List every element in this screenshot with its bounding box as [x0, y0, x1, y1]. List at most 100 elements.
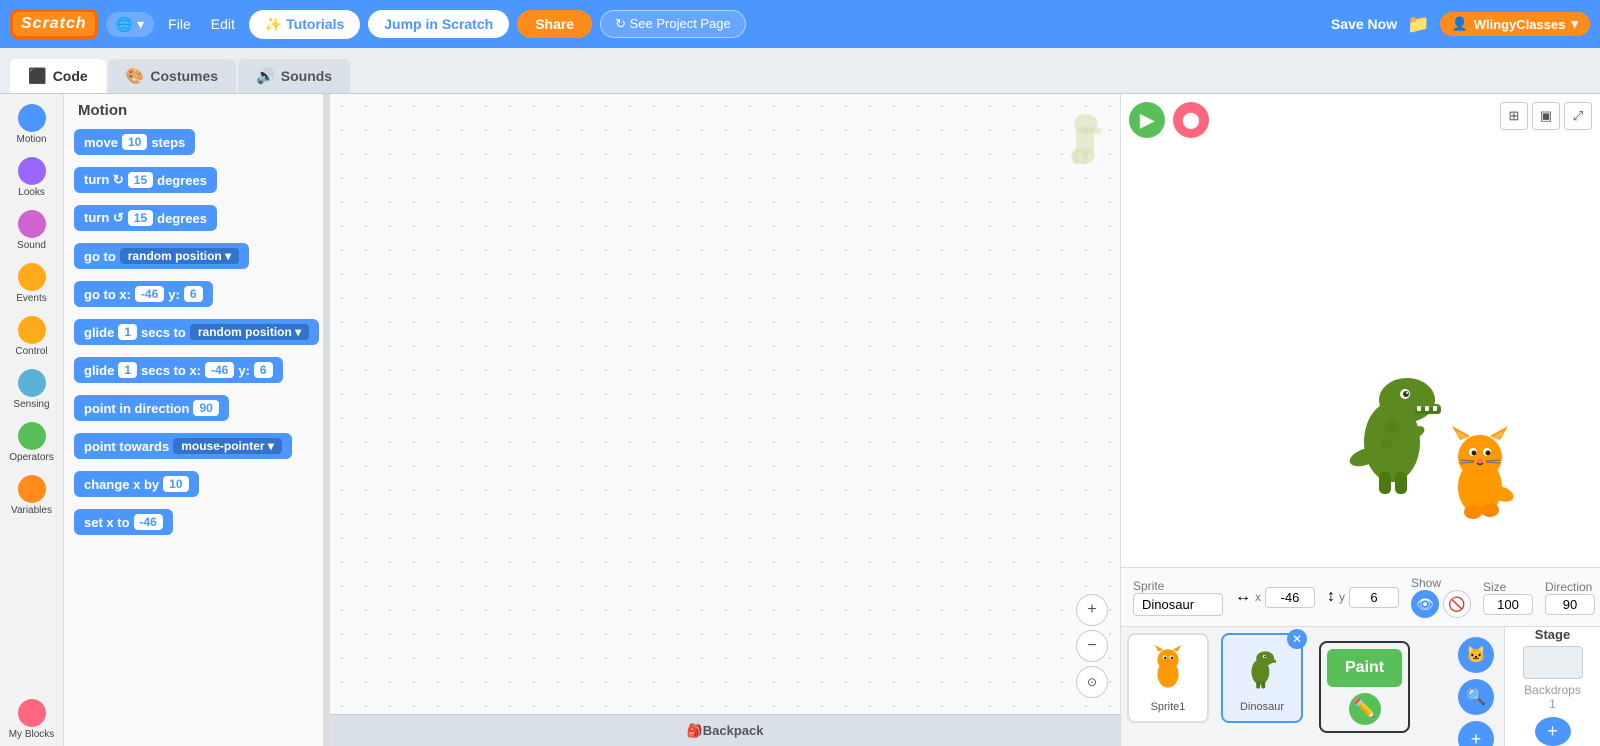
- user-profile[interactable]: 👤 WlingyClasses ▾: [1440, 12, 1590, 36]
- block-set-x[interactable]: set x to -46: [74, 509, 313, 541]
- jump-in-scratch-button[interactable]: Jump in Scratch: [368, 10, 509, 38]
- size-group: Size: [1483, 580, 1533, 615]
- size-input[interactable]: [1483, 594, 1533, 615]
- delete-sprite-badge[interactable]: ✕: [1287, 629, 1307, 649]
- block-turn-ccw[interactable]: turn ↺ 15 degrees: [74, 205, 313, 237]
- add-backdrop-fab[interactable]: +: [1535, 717, 1571, 746]
- sidebar-item-events[interactable]: Events: [0, 257, 63, 310]
- sprite-label: Sprite: [1133, 579, 1223, 616]
- search-sprite-fab[interactable]: 🔍: [1458, 679, 1494, 715]
- block-text2: y:: [168, 287, 180, 302]
- tab-costumes[interactable]: 🎨 Costumes: [108, 59, 236, 93]
- stop-button[interactable]: ⬤: [1173, 102, 1209, 138]
- block-move[interactable]: move 10 steps: [74, 129, 313, 161]
- small-stage-button[interactable]: ⊞: [1500, 102, 1528, 130]
- sidebar-item-variables[interactable]: Variables: [0, 469, 63, 522]
- backpack-bar[interactable]: 🎒 Backpack: [330, 714, 1120, 746]
- sidebar-item-sound[interactable]: Sound: [0, 204, 63, 257]
- zoom-reset-button[interactable]: ⊙: [1076, 666, 1108, 698]
- block-val-set-x[interactable]: -46: [134, 514, 163, 530]
- cat-stage-svg: [1440, 422, 1520, 522]
- block-text: turn ↺: [84, 210, 124, 226]
- see-project-button[interactable]: ↻ See Project Page: [600, 10, 746, 38]
- sprite-corner-preview: [1058, 106, 1108, 171]
- block-val-change-x[interactable]: 10: [163, 476, 188, 492]
- backdrops-count: 1: [1549, 697, 1556, 711]
- share-button[interactable]: Share: [517, 10, 592, 38]
- fullscreen-button[interactable]: ⤢: [1564, 102, 1592, 130]
- block-dropdown-goto[interactable]: random position ▾: [120, 248, 239, 264]
- sidebar-item-myblocks[interactable]: My Blocks: [0, 693, 63, 746]
- show-visible-button[interactable]: 👁: [1411, 590, 1439, 618]
- tab-sounds[interactable]: 🔊 Sounds: [238, 59, 350, 93]
- block-change-x[interactable]: change x by 10: [74, 471, 313, 503]
- sidebar-item-looks[interactable]: Looks: [0, 151, 63, 204]
- add-from-library-fab[interactable]: 🐱: [1458, 637, 1494, 673]
- sidebar-item-control[interactable]: Control: [0, 310, 63, 363]
- sounds-tab-icon: 🔊: [256, 67, 275, 85]
- language-selector[interactable]: 🌐 ▾: [106, 12, 154, 37]
- block-val-y[interactable]: 6: [184, 286, 203, 302]
- block-val-glide2[interactable]: 1: [118, 362, 137, 378]
- folder-icon[interactable]: 📁: [1407, 14, 1429, 35]
- block-val-glide2-y[interactable]: 6: [254, 362, 273, 378]
- direction-input[interactable]: [1545, 594, 1595, 615]
- direction-label: Direction: [1545, 580, 1595, 594]
- add-sprite-fab[interactable]: +: [1458, 721, 1494, 746]
- block-val-glide2-x[interactable]: -46: [205, 362, 234, 378]
- stage-view-controls: ⊞ ▣ ⤢: [1500, 102, 1592, 130]
- stage-thumbnail[interactable]: [1523, 646, 1583, 679]
- block-text: go to x:: [84, 287, 131, 302]
- x-input[interactable]: [1265, 587, 1315, 608]
- sprite-name-input[interactable]: [1133, 593, 1223, 616]
- block-dropdown-glide1[interactable]: random position ▾: [190, 324, 309, 340]
- block-glide1[interactable]: glide 1 secs to random position ▾: [74, 319, 313, 351]
- paint-fab-button[interactable]: ✏️: [1349, 693, 1381, 725]
- sidebar-item-sensing[interactable]: Sensing: [0, 363, 63, 416]
- operators-dot: [18, 422, 46, 450]
- myblocks-label: My Blocks: [9, 729, 55, 740]
- block-glide2[interactable]: glide 1 secs to x: -46 y: 6: [74, 357, 313, 389]
- sprite-thumb-dinosaur[interactable]: ✕ Dinosaur: [1221, 633, 1303, 723]
- normal-stage-button[interactable]: ▣: [1532, 102, 1560, 130]
- paint-button[interactable]: Paint: [1327, 649, 1402, 687]
- block-dropdown-towards[interactable]: mouse-pointer ▾: [173, 438, 282, 454]
- block-val-steps[interactable]: 10: [122, 134, 147, 150]
- sidebar-item-operators[interactable]: Operators: [0, 416, 63, 469]
- file-menu[interactable]: File: [162, 12, 197, 36]
- block-turn-cw[interactable]: turn ↻ 15 degrees: [74, 167, 313, 199]
- block-text: go to: [84, 249, 116, 264]
- zoom-in-button[interactable]: +: [1076, 594, 1108, 626]
- variables-dot: [18, 475, 46, 503]
- edit-menu[interactable]: Edit: [205, 12, 241, 36]
- green-flag-button[interactable]: ▶: [1129, 102, 1165, 138]
- y-input[interactable]: [1349, 587, 1399, 608]
- sprite1-label: Sprite1: [1151, 701, 1186, 713]
- block-point-towards[interactable]: point towards mouse-pointer ▾: [74, 433, 313, 465]
- tutorials-button[interactable]: ✨ Tutorials: [249, 10, 360, 39]
- block-val-glide1[interactable]: 1: [118, 324, 137, 340]
- code-tab-label: Code: [53, 68, 88, 84]
- save-now-button[interactable]: Save Now: [1331, 16, 1397, 32]
- backpack-icon: 🎒: [687, 723, 703, 739]
- block-goto-xy[interactable]: go to x: -46 y: 6: [74, 281, 313, 313]
- zoom-out-button[interactable]: −: [1076, 630, 1108, 662]
- show-hidden-button[interactable]: 🚫: [1443, 590, 1471, 618]
- block-val-x[interactable]: -46: [135, 286, 164, 302]
- block-suffix: degrees: [157, 173, 207, 188]
- dino-corner-svg: [1058, 106, 1108, 166]
- sprite-thumb-sprite1[interactable]: Sprite1: [1127, 633, 1209, 723]
- tab-code[interactable]: ⬛ Code: [10, 59, 106, 93]
- myblocks-dot: [18, 699, 46, 727]
- block-val-turn-ccw[interactable]: 15: [128, 210, 153, 226]
- block-point-dir[interactable]: point in direction 90: [74, 395, 313, 427]
- sidebar-item-motion[interactable]: Motion: [0, 98, 63, 151]
- block-suffix: secs to x:: [141, 363, 201, 378]
- code-area[interactable]: + − ⊙ 🎒 Backpack: [330, 94, 1120, 746]
- block-goto[interactable]: go to random position ▾: [74, 243, 313, 275]
- nav-right-section: Save Now 📁 👤 WlingyClasses ▾: [1331, 12, 1590, 36]
- globe-icon: 🌐: [116, 16, 133, 33]
- block-val-turn-cw[interactable]: 15: [128, 172, 153, 188]
- scratch-logo[interactable]: Scratch: [10, 9, 98, 39]
- block-val-dir[interactable]: 90: [193, 400, 218, 416]
